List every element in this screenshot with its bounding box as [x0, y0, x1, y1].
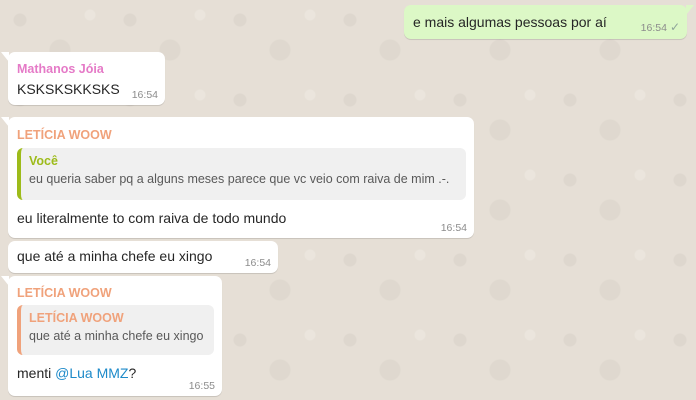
- message-text: menti @Lua MMZ?: [17, 364, 136, 383]
- message-text: que até a minha chefe eu xingo: [17, 248, 213, 264]
- sender-name[interactable]: Mathanos Jóia: [17, 62, 157, 76]
- message-timestamp: 16:55: [188, 380, 215, 392]
- message-time: 16:54 ✓: [641, 20, 680, 34]
- message-incoming[interactable]: LETÍCIA WOOW LETÍCIA WOOW que até a minh…: [1, 276, 222, 396]
- message-incoming[interactable]: Mathanos Jóia KSKSKSKKSKS 16:54: [1, 52, 165, 105]
- quoted-text: que até a minha chefe eu xingo: [29, 329, 204, 343]
- message-text: e mais algumas pessoas por aí: [413, 14, 607, 30]
- quoted-message[interactable]: Você eu queria saber pq a alguns meses p…: [17, 148, 466, 200]
- quoted-message[interactable]: LETÍCIA WOOW que até a minha chefe eu xi…: [17, 305, 214, 355]
- sender-name[interactable]: LETÍCIA WOOW: [17, 128, 466, 142]
- message-text-suffix: ?: [128, 365, 137, 381]
- message-timestamp: 16:54: [131, 89, 158, 101]
- message-outgoing[interactable]: e mais algumas pessoas por aí 16:54 ✓: [404, 5, 694, 39]
- quoted-text: eu queria saber pq a alguns meses parece…: [29, 172, 450, 186]
- quoted-author: LETÍCIA WOOW: [29, 311, 124, 325]
- quoted-author: Você: [29, 154, 58, 168]
- message-timestamp: 16:54: [244, 257, 271, 269]
- message-incoming[interactable]: que até a minha chefe eu xingo 16:54: [8, 241, 278, 273]
- message-text: eu literalmente to com raiva de todo mun…: [17, 210, 287, 226]
- message-timestamp: 16:54: [440, 222, 467, 234]
- message-text: KSKSKSKKSKS: [17, 81, 120, 97]
- mention-link[interactable]: @Lua MMZ: [55, 365, 128, 381]
- sender-name[interactable]: LETÍCIA WOOW: [17, 286, 214, 300]
- message-timestamp: 16:54: [640, 22, 667, 34]
- message-incoming[interactable]: LETÍCIA WOOW Você eu queria saber pq a a…: [1, 117, 474, 238]
- check-icon: ✓: [669, 20, 680, 34]
- message-text-prefix: menti: [17, 365, 56, 381]
